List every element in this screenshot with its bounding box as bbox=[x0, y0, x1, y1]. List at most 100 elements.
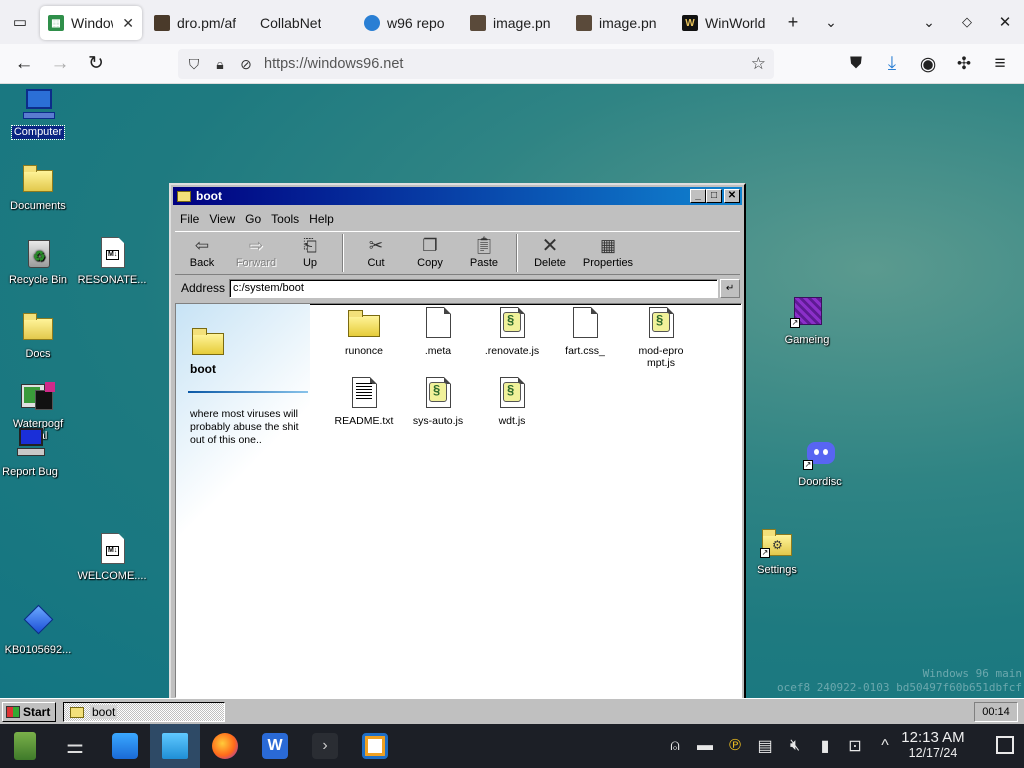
menu-help[interactable]: Help bbox=[304, 212, 339, 226]
file-view[interactable]: boot where most viruses will probably ab… bbox=[175, 303, 742, 698]
close-button[interactable]: ✕ bbox=[724, 189, 740, 203]
forward-arrow-icon[interactable]: → bbox=[42, 46, 78, 82]
markdown-file-icon: M↓ bbox=[95, 532, 129, 566]
tab-winworld[interactable]: W WinWorld bbox=[674, 6, 774, 40]
maximize-button[interactable]: □ bbox=[706, 189, 722, 203]
system-clock[interactable]: 12:13 AM 12/17/24 bbox=[890, 729, 976, 761]
desktop-icon-settings[interactable]: ⚙ ↗ Settings bbox=[739, 526, 815, 577]
writer-app-icon[interactable]: W bbox=[250, 724, 300, 768]
address-input[interactable] bbox=[229, 278, 719, 298]
pocket-icon[interactable]: ⛊ bbox=[838, 46, 874, 82]
firefox-app-icon[interactable] bbox=[200, 724, 250, 768]
tab-w96-repo[interactable]: w96 repo bbox=[356, 6, 462, 40]
desktop-icon-waterpogf[interactable]: Waterpogf bbox=[0, 382, 76, 433]
volume-muted-icon[interactable]: 🔇︎ bbox=[780, 737, 810, 755]
file-item-renovate-js[interactable]: .renovate.js bbox=[475, 306, 549, 357]
desktop-icon-documents[interactable]: Documents bbox=[0, 162, 76, 213]
computer-icon bbox=[21, 88, 55, 122]
tab-windows96[interactable]: ▦ Window ✕ bbox=[40, 6, 142, 40]
windows96-favicon-icon: ▦ bbox=[48, 15, 64, 31]
file-item-runonce[interactable]: runonce bbox=[327, 306, 401, 357]
desktop-icon-welcome[interactable]: M↓ WELCOME.... bbox=[74, 532, 150, 583]
storage-icon[interactable]: ▬ bbox=[690, 737, 720, 755]
menu-file[interactable]: File bbox=[175, 212, 204, 226]
minimize-button[interactable]: _ bbox=[690, 189, 706, 203]
desktop-icon-computer[interactable]: Computer bbox=[0, 88, 76, 140]
globe-favicon-icon bbox=[364, 15, 380, 31]
permissions-icon[interactable]: ⊘ bbox=[238, 56, 254, 73]
cut-button[interactable]: ✂ Cut bbox=[349, 232, 403, 274]
file-manager-app-icon[interactable] bbox=[150, 724, 200, 768]
tab-dro-pm[interactable]: dro.pm/af bbox=[146, 6, 252, 40]
desktop-icon-resonate[interactable]: M↓ RESONATE... bbox=[74, 236, 150, 287]
menu-hamburger-icon[interactable]: ≡ bbox=[982, 46, 1018, 82]
desktop-icon-report-bug[interactable]: Report Bug bbox=[0, 428, 68, 479]
settings-sliders-icon[interactable]: ⚌ bbox=[50, 724, 100, 768]
menu-view[interactable]: View bbox=[204, 212, 240, 226]
url-bar[interactable]: ⛉ 🔒︎ ⊘ https://windows96.net ☆ bbox=[178, 49, 774, 79]
file-item-fart-css[interactable]: fart.css_ bbox=[548, 306, 622, 357]
desktop-icon-kb0105692[interactable]: KB0105692... bbox=[0, 604, 76, 657]
toolbar-separator bbox=[516, 234, 518, 272]
tab-collabnet[interactable]: CollabNet bbox=[252, 6, 356, 40]
properties-button[interactable]: ▦ Properties bbox=[577, 232, 639, 274]
battery-icon[interactable]: ▮ bbox=[810, 736, 840, 756]
paste-button[interactable]: 📋︎ Paste bbox=[457, 232, 511, 274]
tab-image-2[interactable]: image.pn bbox=[568, 6, 674, 40]
show-desktop-icon[interactable] bbox=[996, 736, 1014, 754]
image-favicon-icon bbox=[576, 15, 592, 31]
back-button[interactable]: ⇦ Back bbox=[175, 232, 229, 274]
new-tab-icon[interactable]: + bbox=[774, 0, 812, 44]
window-controls: _ □ ✕ bbox=[690, 189, 740, 203]
url-text[interactable]: https://windows96.net bbox=[264, 56, 403, 72]
downloads-icon[interactable]: ⤓ bbox=[874, 46, 910, 82]
taskbar-window-boot[interactable]: boot bbox=[63, 702, 225, 722]
minimize-window-icon[interactable]: ⌄ bbox=[910, 0, 948, 44]
window-titlebar[interactable]: boot _ □ ✕ bbox=[173, 187, 742, 205]
delete-button[interactable]: ✕ Delete bbox=[523, 232, 577, 274]
terminal-app-icon[interactable]: › bbox=[300, 724, 350, 768]
tab-overflow-chevron-down-icon[interactable]: ⌄ bbox=[812, 0, 850, 44]
menu-go[interactable]: Go bbox=[240, 212, 266, 226]
account-icon[interactable]: ◉ bbox=[910, 46, 946, 82]
reload-icon[interactable]: ↻ bbox=[78, 46, 114, 82]
back-arrow-icon[interactable]: ← bbox=[6, 46, 42, 82]
file-item-meta[interactable]: .meta bbox=[401, 306, 475, 357]
shield-icon[interactable]: ⛉ bbox=[186, 56, 202, 73]
explorer-window[interactable]: boot _ □ ✕ File View Go Tools Help ⇦ Bac… bbox=[169, 183, 746, 698]
store-app-icon[interactable] bbox=[100, 724, 150, 768]
network-icon[interactable]: ⊡ bbox=[840, 736, 870, 756]
explorer-toolbar: ⇦ Back ⇨ Forward ⎗ Up ✂ Cut ❐ Copy 📋︎ Pa… bbox=[175, 231, 740, 275]
forward-button[interactable]: ⇨ Forward bbox=[229, 232, 283, 274]
restore-window-icon[interactable]: ◇ bbox=[948, 0, 986, 44]
script-file-icon bbox=[421, 376, 455, 410]
tab-image-1[interactable]: image.pn bbox=[462, 6, 568, 40]
lock-icon[interactable]: 🔒︎ bbox=[212, 56, 228, 73]
start-button[interactable]: Start bbox=[2, 702, 56, 722]
virtualbox-app-icon[interactable] bbox=[350, 724, 400, 768]
address-go-button[interactable]: ↵ bbox=[720, 278, 740, 298]
clipboard-p-icon[interactable]: ℗ bbox=[720, 737, 750, 755]
file-item-mod-eprompt-js[interactable]: mod-eprompt.js bbox=[623, 306, 699, 369]
file-item-wdt-js[interactable]: wdt.js bbox=[475, 376, 549, 427]
app-launcher-icon[interactable] bbox=[0, 724, 50, 768]
address-bar: Address ↵ bbox=[175, 277, 740, 299]
win96-clock[interactable]: 00:14 bbox=[974, 702, 1018, 722]
copy-button[interactable]: ❐ Copy bbox=[403, 232, 457, 274]
menu-tools[interactable]: Tools bbox=[266, 212, 304, 226]
file-item-readme-txt[interactable]: README.txt bbox=[327, 376, 401, 427]
up-button[interactable]: ⎗ Up bbox=[283, 232, 337, 274]
clipboard-icon[interactable]: ▤ bbox=[750, 736, 780, 756]
close-tab-icon[interactable]: ✕ bbox=[122, 15, 134, 32]
browser-nav-bar: ← → ↻ ⛉ 🔒︎ ⊘ https://windows96.net ☆ ⛊ ⤓… bbox=[0, 44, 1024, 84]
desktop-icon-recycle-bin[interactable]: ♻ Recycle Bin bbox=[0, 236, 76, 287]
tab-list-icon[interactable]: ▭ bbox=[0, 0, 40, 44]
file-item-sys-auto-js[interactable]: sys-auto.js bbox=[401, 376, 475, 427]
desktop-icon-docs[interactable]: Docs bbox=[0, 310, 76, 361]
desktop-icon-gameing[interactable]: ↗ Gameing bbox=[769, 296, 845, 347]
bookmark-star-icon[interactable]: ☆ bbox=[751, 54, 766, 74]
extensions-puzzle-icon[interactable]: ✣ bbox=[946, 46, 982, 82]
desktop-icon-doordisc[interactable]: ↗ Doordisc bbox=[782, 438, 858, 489]
close-window-icon[interactable]: ✕ bbox=[986, 0, 1024, 44]
notification-bell-icon[interactable]: ⍝ bbox=[660, 737, 690, 755]
